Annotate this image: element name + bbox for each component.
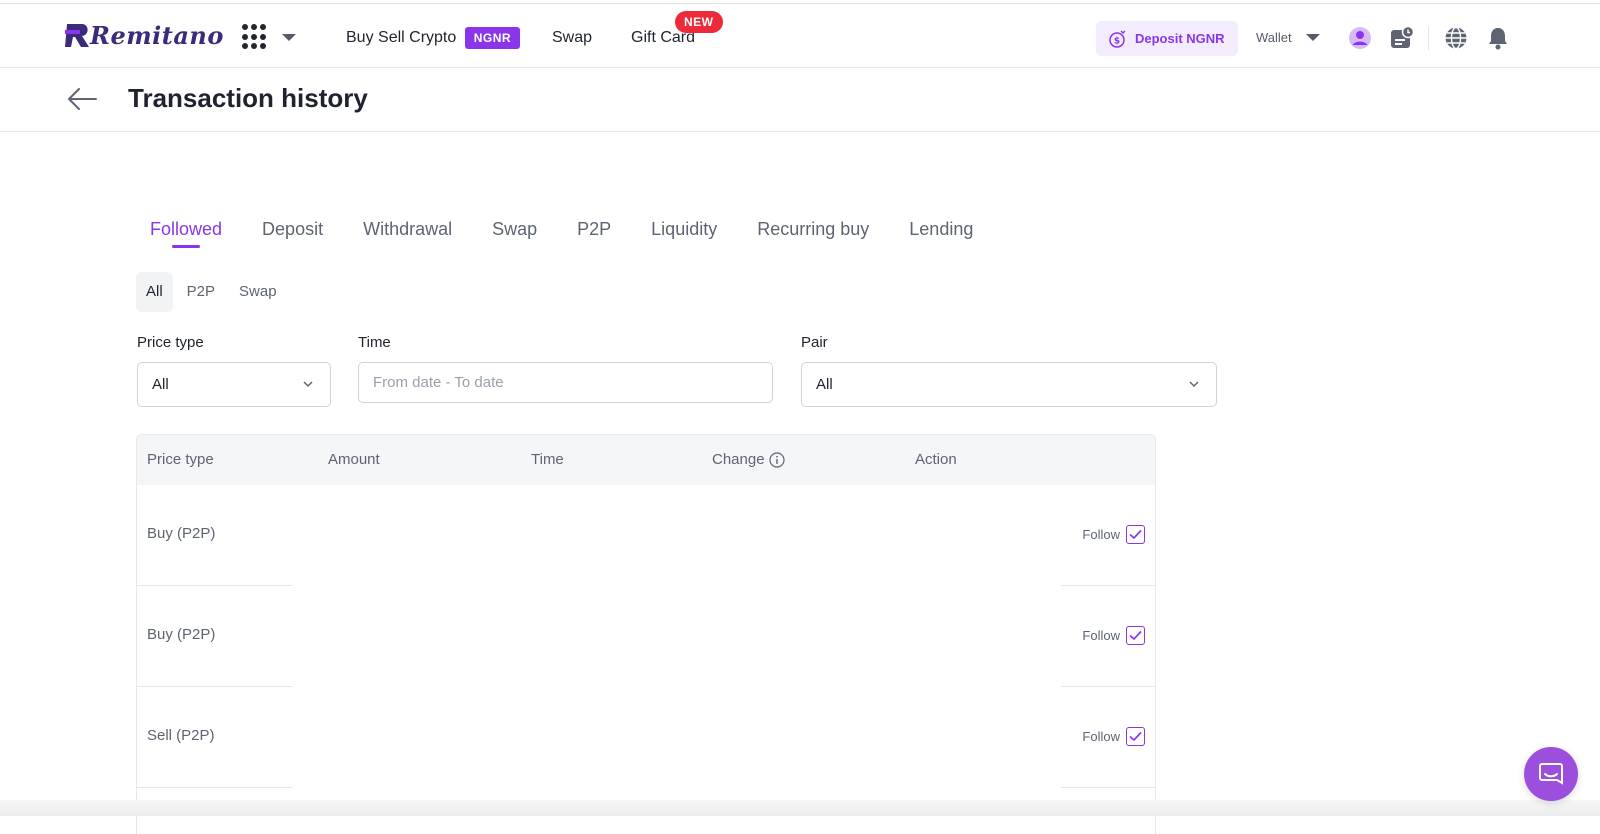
caret-down-icon — [1305, 34, 1320, 41]
follow-toggle[interactable]: Follow — [1082, 626, 1145, 645]
time-label: Time — [358, 334, 391, 351]
avatar[interactable] — [1348, 26, 1372, 50]
price-type-label: Price type — [137, 334, 204, 351]
nav-buy-sell-crypto[interactable]: Buy Sell Crypto NGNR — [346, 26, 521, 50]
filter-subtabs: All P2P Swap — [136, 272, 291, 312]
new-badge: NEW — [675, 11, 723, 33]
tab-p2p[interactable]: P2P — [577, 216, 611, 248]
deposit-ngnr-button[interactable]: $ Deposit NGNR — [1096, 21, 1238, 56]
column-header-change: Change — [712, 451, 785, 468]
price-type-select[interactable]: All — [137, 362, 331, 407]
page-header: Transaction history — [0, 68, 1600, 132]
pair-value: All — [816, 376, 833, 393]
bell-icon[interactable] — [1486, 26, 1510, 50]
transactions-table: Price type Amount Time Change Action Buy… — [136, 434, 1156, 834]
date-range-placeholder: From date - To date — [373, 374, 504, 391]
back-arrow-icon[interactable] — [66, 86, 98, 112]
tab-recurring-buy[interactable]: Recurring buy — [757, 216, 869, 248]
user-avatar-icon — [1349, 27, 1371, 49]
subtab-p2p[interactable]: P2P — [177, 272, 225, 312]
row-price-type: Buy (P2P) — [147, 626, 216, 643]
row-divider — [1061, 787, 1155, 788]
remitano-logo-icon — [65, 24, 89, 47]
row-divider — [137, 787, 293, 788]
nav-swap[interactable]: Swap — [552, 26, 592, 50]
subtab-all[interactable]: All — [136, 272, 173, 312]
subtab-swap[interactable]: Swap — [229, 272, 287, 312]
table-row: Buy (P2P) Follow — [137, 586, 1155, 687]
column-header-time: Time — [531, 451, 564, 468]
follow-checkbox[interactable] — [1126, 626, 1145, 645]
tab-withdrawal[interactable]: Withdrawal — [363, 216, 452, 248]
nav-buy-sell-label: Buy Sell Crypto — [346, 29, 457, 46]
row-price-type: Buy (P2P) — [147, 525, 216, 542]
caret-down-icon[interactable] — [282, 34, 296, 41]
pair-select[interactable]: All — [801, 362, 1217, 407]
check-icon — [1129, 630, 1142, 641]
chevron-down-icon — [303, 381, 313, 388]
globe-icon[interactable] — [1444, 26, 1468, 50]
follow-label: Follow — [1082, 628, 1120, 643]
follow-toggle[interactable]: Follow — [1082, 525, 1145, 544]
follow-label: Follow — [1082, 729, 1120, 744]
tab-lending[interactable]: Lending — [909, 216, 973, 248]
column-header-change-label: Change — [712, 451, 765, 468]
wallet-menu[interactable]: Wallet — [1256, 30, 1320, 45]
table-header: Price type Amount Time Change Action — [137, 435, 1155, 485]
table-row: Buy (P2P) Follow — [137, 485, 1155, 586]
top-navigation-bar: Remitano Buy Sell Crypto NGNR Swap Gift … — [0, 3, 1600, 68]
follow-toggle[interactable]: Follow — [1082, 727, 1145, 746]
tab-swap[interactable]: Swap — [492, 216, 537, 248]
row-price-type: Sell (P2P) — [147, 727, 215, 744]
tab-deposit[interactable]: Deposit — [262, 216, 323, 248]
coin-deposit-icon: $ — [1109, 30, 1126, 48]
page-bottom-edge — [0, 800, 1600, 816]
follow-checkbox[interactable] — [1126, 727, 1145, 746]
deposit-ngnr-label: Deposit NGNR — [1135, 31, 1225, 46]
chevron-down-icon — [1189, 381, 1199, 388]
follow-checkbox[interactable] — [1126, 525, 1145, 544]
page-title: Transaction history — [128, 83, 368, 113]
transaction-tabs: Followed Deposit Withdrawal Swap P2P Liq… — [150, 216, 1013, 256]
tab-followed[interactable]: Followed — [150, 216, 222, 248]
chat-bubble-icon — [1539, 763, 1563, 785]
wallet-history-icon[interactable] — [1390, 26, 1414, 50]
column-header-price-type: Price type — [147, 451, 214, 468]
column-header-amount: Amount — [328, 451, 380, 468]
grid-icon[interactable] — [242, 24, 268, 50]
date-range-input[interactable]: From date - To date — [358, 362, 773, 403]
table-row: Sell (P2P) Follow — [137, 687, 1155, 788]
wallet-label: Wallet — [1256, 30, 1292, 45]
brand-name: Remitano — [90, 20, 224, 50]
chat-support-button[interactable] — [1524, 747, 1578, 801]
info-icon[interactable] — [768, 451, 785, 468]
price-type-value: All — [152, 376, 169, 393]
svg-text:$: $ — [1114, 36, 1120, 46]
check-icon — [1129, 731, 1142, 742]
column-header-action: Action — [915, 451, 957, 468]
check-icon — [1129, 529, 1142, 540]
follow-label: Follow — [1082, 527, 1120, 542]
tab-liquidity[interactable]: Liquidity — [651, 216, 717, 248]
header-divider — [1428, 26, 1429, 50]
remitano-logo[interactable]: Remitano — [64, 18, 224, 52]
ngnr-badge: NGNR — [464, 27, 521, 49]
pair-label: Pair — [801, 334, 828, 351]
